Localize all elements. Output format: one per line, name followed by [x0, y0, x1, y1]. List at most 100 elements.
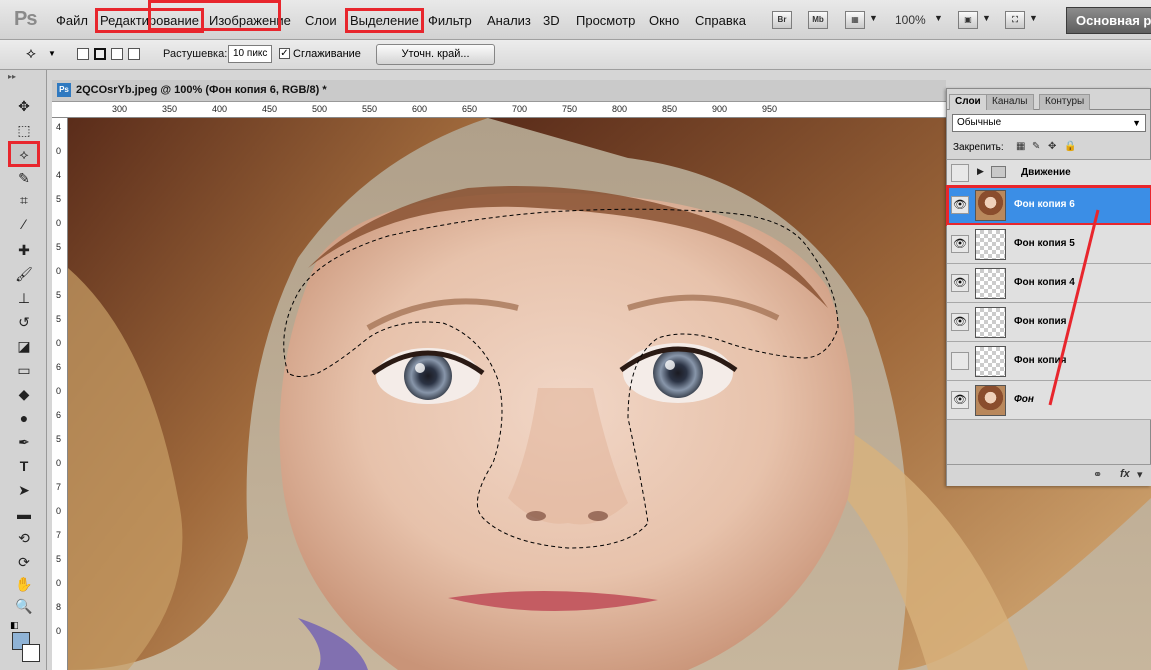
background-color-swatch[interactable] [22, 644, 40, 662]
eye-icon[interactable]: 👁 [951, 391, 969, 409]
ruler-tick-label: 0 [56, 386, 62, 396]
ruler-vertical[interactable]: 4 0 4 5 0 5 0 5 5 0 6 0 6 5 0 7 0 7 5 0 8 0 [52, 118, 68, 670]
document-tab[interactable]: Ps 2QCOsrYb.jpeg @ 100% (Фон копия 6, RG… [52, 80, 946, 102]
blur-icon[interactable]: ◆ [11, 384, 37, 404]
layer-row[interactable]: Фон копия [947, 342, 1151, 381]
path-selection-icon[interactable]: ➤ [11, 480, 37, 500]
refine-edge-button[interactable]: Уточн. край... [376, 44, 495, 65]
3d-rotate-icon[interactable]: ⟲ [11, 528, 37, 548]
ruler-tick-label: 300 [112, 104, 128, 114]
move-icon[interactable]: ✥ [11, 96, 37, 116]
menu-file[interactable]: Файл [56, 13, 88, 28]
folder-icon [991, 166, 1006, 178]
brush-icon[interactable]: 🖌 [11, 264, 37, 284]
expand-arrow-icon[interactable]: ▶ [977, 166, 984, 177]
type-icon[interactable]: T [11, 456, 37, 476]
visibility-toggle-empty[interactable] [951, 352, 969, 370]
rectangle-icon[interactable]: ▬ [11, 504, 37, 524]
visibility-toggle-empty[interactable] [951, 164, 969, 182]
lock-all-icon[interactable]: 🔒 [1064, 141, 1076, 152]
zoom-icon[interactable]: 🔍 [11, 596, 37, 616]
quick-selection-icon[interactable]: ✎ [11, 168, 37, 188]
layer-name: Фон [1014, 394, 1034, 405]
menu-layers[interactable]: Слои [305, 13, 337, 28]
photoshop-logo: Ps [14, 8, 37, 30]
panel-tabs: Слои Каналы Контуры [947, 93, 1151, 110]
hand-icon[interactable]: ✋ [11, 574, 37, 594]
ruler-tick-label: 850 [662, 104, 678, 114]
lock-pixels-icon[interactable]: ✎ [1032, 141, 1040, 152]
ruler-tick-label: 4 [56, 170, 62, 180]
chevron-down-icon[interactable]: ▼ [869, 13, 878, 23]
smoothing-checkbox[interactable]: ✓ [279, 48, 290, 59]
add-to-selection-icon[interactable] [94, 48, 106, 60]
chevron-down-icon[interactable]: ▾ [1137, 468, 1143, 481]
subtract-from-selection-icon[interactable] [111, 48, 123, 60]
layer-name: Движение [1021, 167, 1071, 178]
link-icon[interactable]: ⚭ [1093, 468, 1102, 481]
layer-row[interactable]: 👁 Фон копия [947, 303, 1151, 342]
menu-help[interactable]: Справка [695, 13, 746, 28]
eye-icon[interactable]: 👁 [951, 274, 969, 292]
smoothing-label: Сглаживание [293, 48, 361, 60]
polygonal-lasso-preset-icon[interactable]: ⟡ [26, 45, 36, 62]
lock-transparency-icon[interactable]: ▦ [1016, 141, 1025, 152]
bridge-button[interactable]: Br [772, 11, 792, 29]
gradient-icon[interactable]: ▭ [11, 360, 37, 380]
mini-bridge-button[interactable]: Mb [808, 11, 828, 29]
collapse-toolbox-icon[interactable]: ▸▸ [8, 72, 16, 81]
tab-channels[interactable]: Каналы [986, 94, 1034, 110]
eye-icon[interactable]: 👁 [951, 235, 969, 253]
ruler-tick-label: 6 [56, 410, 62, 420]
spot-healing-icon[interactable]: ✚ [11, 240, 37, 260]
menu-analysis[interactable]: Анализ [487, 13, 531, 28]
menu-filter[interactable]: Фильтр [428, 13, 472, 28]
workspace-switcher[interactable]: Основная рабочая среда [1066, 7, 1151, 34]
ruler-tick-label: 600 [412, 104, 428, 114]
menu-select[interactable]: Выделение [345, 8, 424, 33]
history-brush-icon[interactable]: ↺ [11, 312, 37, 332]
pen-icon[interactable]: ✒ [11, 432, 37, 452]
lock-position-icon[interactable]: ✥ [1048, 141, 1056, 152]
feather-input[interactable]: 10 пикс [228, 45, 272, 63]
blend-mode-select[interactable]: Обычные ▼ [952, 114, 1146, 132]
menu-window[interactable]: Окно [649, 13, 679, 28]
clone-stamp-icon[interactable]: ⊥ [11, 288, 37, 308]
layers-panel-footer: ⚭ fx ▾ [947, 464, 1151, 486]
chevron-down-icon[interactable]: ▼ [934, 13, 943, 23]
ruler-tick-label: 0 [56, 578, 62, 588]
ruler-horizontal[interactable]: 300 350 400 450 500 550 600 650 700 750 800 850 900 9… [52, 102, 946, 118]
3d-orbit-icon[interactable]: ⟳ [11, 552, 37, 572]
dodge-icon[interactable]: ● [11, 408, 37, 428]
polygonal-lasso-icon[interactable]: ⟡ [8, 141, 40, 167]
eyedropper-icon[interactable]: ⁄ [11, 214, 37, 234]
tab-layers[interactable]: Слои [949, 94, 987, 110]
layer-row[interactable]: 👁 Фон копия 4 [947, 264, 1151, 303]
crop-icon[interactable]: ⌗ [11, 190, 37, 210]
zoom-level[interactable]: 100% [895, 13, 926, 27]
layer-row[interactable]: 👁 Фон копия 5 [947, 225, 1151, 264]
menu-view[interactable]: Просмотр [576, 13, 635, 28]
fx-icon[interactable]: fx [1120, 468, 1130, 480]
layer-group[interactable]: ▶ Движение [947, 160, 1151, 186]
eye-icon[interactable]: 👁 [951, 196, 969, 214]
default-colors-icon[interactable]: ◧ [10, 620, 19, 631]
chevron-down-icon[interactable]: ▼ [48, 49, 56, 58]
new-selection-icon[interactable] [77, 48, 89, 60]
arrange-documents-icon[interactable]: ▣ [958, 11, 978, 29]
marquee-icon[interactable]: ⬚ [11, 120, 37, 140]
eraser-icon[interactable]: ◪ [11, 336, 37, 356]
ruler-tick-label: 0 [56, 506, 62, 516]
layer-thumbnail [975, 385, 1006, 416]
menu-3d[interactable]: 3D [543, 13, 560, 28]
chevron-down-icon[interactable]: ▼ [982, 13, 991, 23]
chevron-down-icon[interactable]: ▼ [1029, 13, 1038, 23]
layer-row-selected[interactable]: 👁 Фон копия 6 [946, 185, 1151, 226]
ruler-tick-label: 350 [162, 104, 178, 114]
intersect-selection-icon[interactable] [128, 48, 140, 60]
tab-paths[interactable]: Контуры [1039, 94, 1091, 110]
eye-icon[interactable]: 👁 [951, 313, 969, 331]
layer-row[interactable]: 👁 Фон [947, 381, 1151, 420]
film-strip-icon[interactable]: ▦ [845, 11, 865, 29]
screen-mode-icon[interactable]: ⛶ [1005, 11, 1025, 29]
